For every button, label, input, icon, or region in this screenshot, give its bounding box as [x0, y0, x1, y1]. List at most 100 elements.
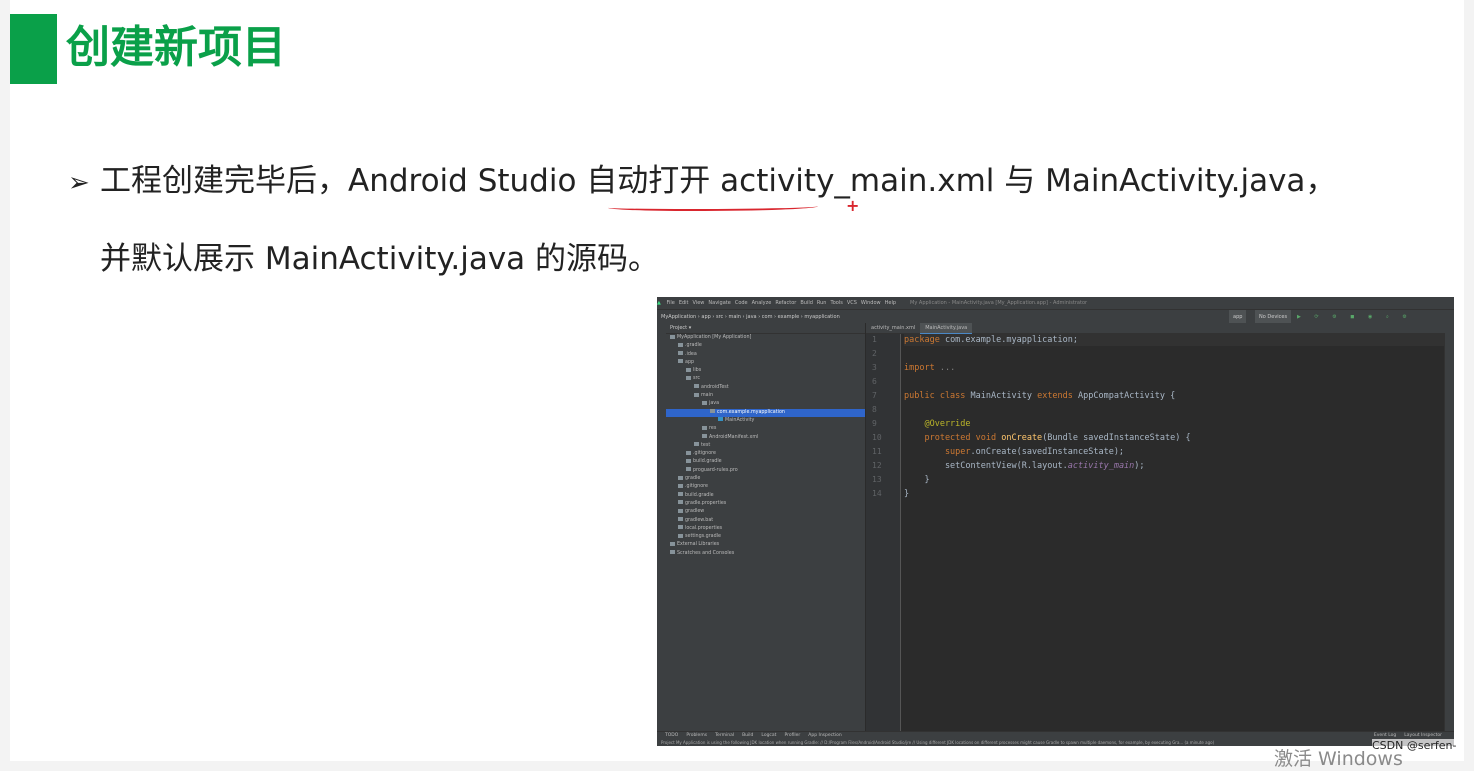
tree-item[interactable]: libs [666, 367, 865, 375]
tree-item[interactable]: gradle [666, 475, 865, 483]
tree-item-label: build.gradle [693, 459, 722, 465]
line-number: 3 [872, 363, 877, 372]
crosshair-cursor-icon: + [846, 196, 860, 215]
tree-item-label: gradle.properties [685, 500, 727, 506]
file-icon [678, 517, 683, 522]
file-icon [678, 492, 683, 497]
tree-item-label: proguard-rules.pro [693, 467, 738, 473]
tree-item[interactable]: main [666, 392, 865, 400]
line-number: 9 [872, 419, 877, 428]
menu-item-analyze[interactable]: Analyze [752, 300, 772, 306]
tree-item[interactable]: MainActivity [666, 417, 865, 425]
folder-icon [694, 384, 699, 389]
bottom-tool-build[interactable]: Build [742, 733, 753, 738]
tree-item[interactable]: settings.gradle [666, 533, 865, 541]
tree-item[interactable]: java [666, 400, 865, 408]
bottom-tool-layout-inspector[interactable]: Layout Inspector [1404, 733, 1442, 738]
tree-item-label: test [701, 442, 711, 448]
run-config-select[interactable]: app [1229, 310, 1247, 324]
device-select[interactable]: No Devices [1255, 310, 1292, 324]
bottom-tool-todo[interactable]: TODO [665, 733, 678, 738]
bottom-tool-event-log[interactable]: Event Log [1374, 733, 1396, 738]
tree-item-label: androidTest [701, 384, 729, 390]
tree-item[interactable]: .gitignore [666, 450, 865, 458]
tree-item[interactable]: gradlew.bat [666, 517, 865, 525]
csdn-watermark: CSDN @serfen- [1372, 739, 1457, 752]
project-tree: MyApplication [My Application] .gradle .id… [666, 334, 865, 558]
folder-icon [694, 392, 699, 397]
tree-item-label: gradlew [685, 509, 705, 515]
tree-item[interactable]: AndroidManifest.xml [666, 434, 865, 442]
tree-item-label: .idea [685, 351, 697, 357]
android-studio-logo-icon: ▲ [657, 300, 661, 306]
tree-item-label: External Libraries [677, 542, 720, 548]
tree-item[interactable]: .gitignore [666, 483, 865, 491]
bullet-line-2: 并默认展示 MainActivity.java 的源码。 [100, 241, 660, 277]
breadcrumb[interactable]: MyApplication › app › src › main › java … [661, 314, 840, 320]
folder-icon [670, 550, 675, 555]
toolbar-icons[interactable]: ▶ ⟳ ⚙ ◼ ◉ ⌕ ⚙ [1297, 310, 1413, 324]
menu-item-view[interactable]: View [693, 300, 705, 306]
tree-item-label: src [693, 376, 701, 382]
menu-item-vcs[interactable]: VCS [847, 300, 857, 306]
tree-item-label: .gradle [685, 343, 702, 349]
tree-item[interactable]: com.example.myapplication [666, 408, 865, 417]
tree-item-label: libs [693, 368, 702, 374]
tree-item-label: com.example.myapplication [717, 409, 785, 415]
tree-item[interactable]: src [666, 375, 865, 383]
tree-item[interactable]: build.gradle [666, 458, 865, 466]
java-class-icon [718, 417, 723, 422]
bottom-tool-terminal[interactable]: Terminal [715, 733, 734, 738]
line-number: 2 [872, 349, 877, 358]
menu-item-refactor[interactable]: Refactor [775, 300, 796, 306]
bottom-tool-app-inspection[interactable]: App Inspection [808, 733, 841, 738]
bottom-tool-profiler[interactable]: Profiler [784, 733, 800, 738]
menu-item-build[interactable]: Build [800, 300, 813, 306]
line-number: 7 [872, 391, 877, 400]
tree-item[interactable]: androidTest [666, 384, 865, 392]
tree-item[interactable]: .gradle [666, 342, 865, 350]
menu-item-tools[interactable]: Tools [830, 300, 842, 306]
tree-item[interactable]: test [666, 442, 865, 450]
tree-item[interactable]: build.gradle [666, 492, 865, 500]
tree-item-label: settings.gradle [685, 534, 721, 540]
right-tool-strip[interactable] [1444, 323, 1454, 731]
tree-item-label: main [701, 393, 713, 399]
tree-item-label: MainActivity [725, 417, 755, 423]
folder-icon [686, 375, 691, 380]
tree-item[interactable]: .idea [666, 351, 865, 359]
file-icon [702, 434, 707, 439]
project-panel: Project ▾ MyApplication [My Application]… [666, 323, 866, 731]
menu-item-file[interactable]: File [666, 300, 674, 306]
code-line: setContentView(R.layout.activity_main); [904, 461, 1145, 471]
red-underline-annotation [608, 203, 818, 211]
tab-mainactivity-java[interactable]: MainActivity.java [920, 323, 973, 334]
bottom-tool-problems[interactable]: Problems [686, 733, 707, 738]
menu-item-navigate[interactable]: Navigate [708, 300, 730, 306]
menu-item-help[interactable]: Help [885, 300, 896, 306]
code-editor[interactable]: package com.example.myapplication; impor… [904, 334, 1444, 731]
menu-item-edit[interactable]: Edit [679, 300, 689, 306]
tree-item[interactable]: app [666, 359, 865, 367]
slide-title: 创建新项目 [66, 22, 286, 73]
code-line: public class MainActivity extends AppCom… [904, 391, 1176, 401]
tree-item[interactable]: local.properties [666, 525, 865, 533]
status-message: Project My Application is using the foll… [661, 740, 1215, 745]
ide-screenshot: ▲ File Edit View Navigate Code Analyze Refacto… [657, 297, 1454, 746]
bottom-tool-logcat[interactable]: Logcat [761, 733, 776, 738]
tree-item[interactable]: External Libraries [666, 541, 865, 549]
menu-item-code[interactable]: Code [735, 300, 748, 306]
tree-item[interactable]: MyApplication [My Application] [666, 334, 865, 342]
menu-item-window[interactable]: Window [861, 300, 881, 306]
tree-item[interactable]: gradlew [666, 508, 865, 516]
tree-item-label: build.gradle [685, 492, 714, 498]
tree-item[interactable]: res [666, 425, 865, 433]
project-panel-header[interactable]: Project ▾ [666, 323, 865, 334]
bullet-arrow-icon: ➢ [68, 168, 90, 198]
tab-activity-main-xml[interactable]: activity_main.xml [866, 323, 920, 333]
tree-item[interactable]: gradle.properties [666, 500, 865, 508]
menu-item-run[interactable]: Run [817, 300, 827, 306]
tree-item[interactable]: Scratches and Consoles [666, 550, 865, 558]
tree-item[interactable]: proguard-rules.pro [666, 467, 865, 475]
code-line: @Override [904, 419, 971, 429]
